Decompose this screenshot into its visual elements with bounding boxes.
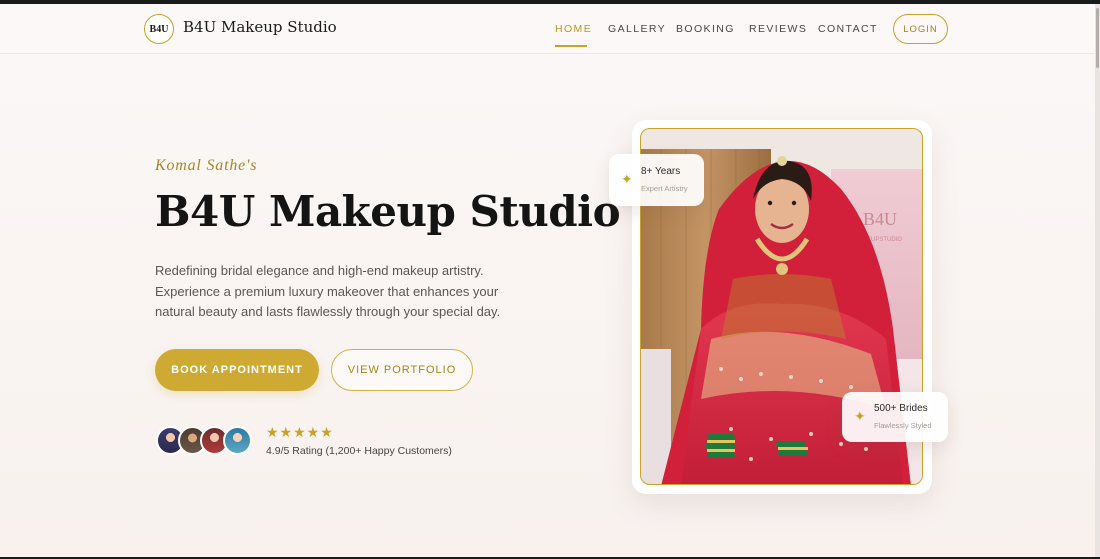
book-appointment-button[interactable]: BOOK APPOINTMENT [155,349,319,391]
nav-booking[interactable]: BOOKING [676,23,735,35]
wall-sign-text: B4U [863,209,897,229]
hero-description: Redefining bridal elegance and high-end … [155,261,535,323]
brides-badge-subtitle: Flawlessly Styled [874,421,932,430]
hero-eyebrow: Komal Sathe's [155,157,258,174]
nav-reviews[interactable]: REVIEWS [749,23,807,35]
hero-description-line: Experience a premium luxury makeover tha… [155,283,499,299]
hero-title: B4U Makeup Studio [155,187,621,236]
hero-description-line: Redefining bridal elegance and high-end … [155,263,484,278]
active-nav-underline [555,45,587,47]
brides-badge: ✦ 500+ Brides Flawlessly Styled [842,392,948,442]
view-portfolio-button[interactable]: VIEW PORTFOLIO [331,349,473,391]
top-navbar: B4U B4U Makeup Studio HOME GALLERY BOOKI… [0,4,1095,54]
sparkle-icon: ✦ [621,171,633,187]
brand-name[interactable]: B4U Makeup Studio [183,18,337,36]
logo-text: B4U [149,23,169,35]
page-viewport: B4U B4U Makeup Studio HOME GALLERY BOOKI… [0,4,1095,557]
page-scrollbar[interactable] [1095,4,1100,557]
scrollbar-thumb[interactable] [1096,8,1099,68]
logo-badge[interactable]: B4U [144,14,174,44]
nav-contact[interactable]: CONTACT [818,23,878,35]
rating-text: 4.9/5 Rating (1,200+ Happy Customers) [266,445,452,457]
rating-stars: ★★★★★ [266,424,334,440]
sparkle-icon: ✦ [854,408,866,424]
experience-badge-title: 8+ Years [641,166,681,177]
avatar-photo [223,426,252,455]
experience-badge: ✦ 8+ Years Expert Artistry [609,154,704,206]
experience-badge-subtitle: Expert Artistry [641,184,688,193]
customer-avatars [156,426,256,458]
brides-badge-title: 500+ Brides [874,403,928,414]
login-button[interactable]: LOGIN [893,14,948,44]
nav-gallery[interactable]: GALLERY [608,23,666,35]
hero-description-line: natural beauty and lasts flawlessly thro… [155,304,501,319]
nav-home[interactable]: HOME [555,23,592,35]
